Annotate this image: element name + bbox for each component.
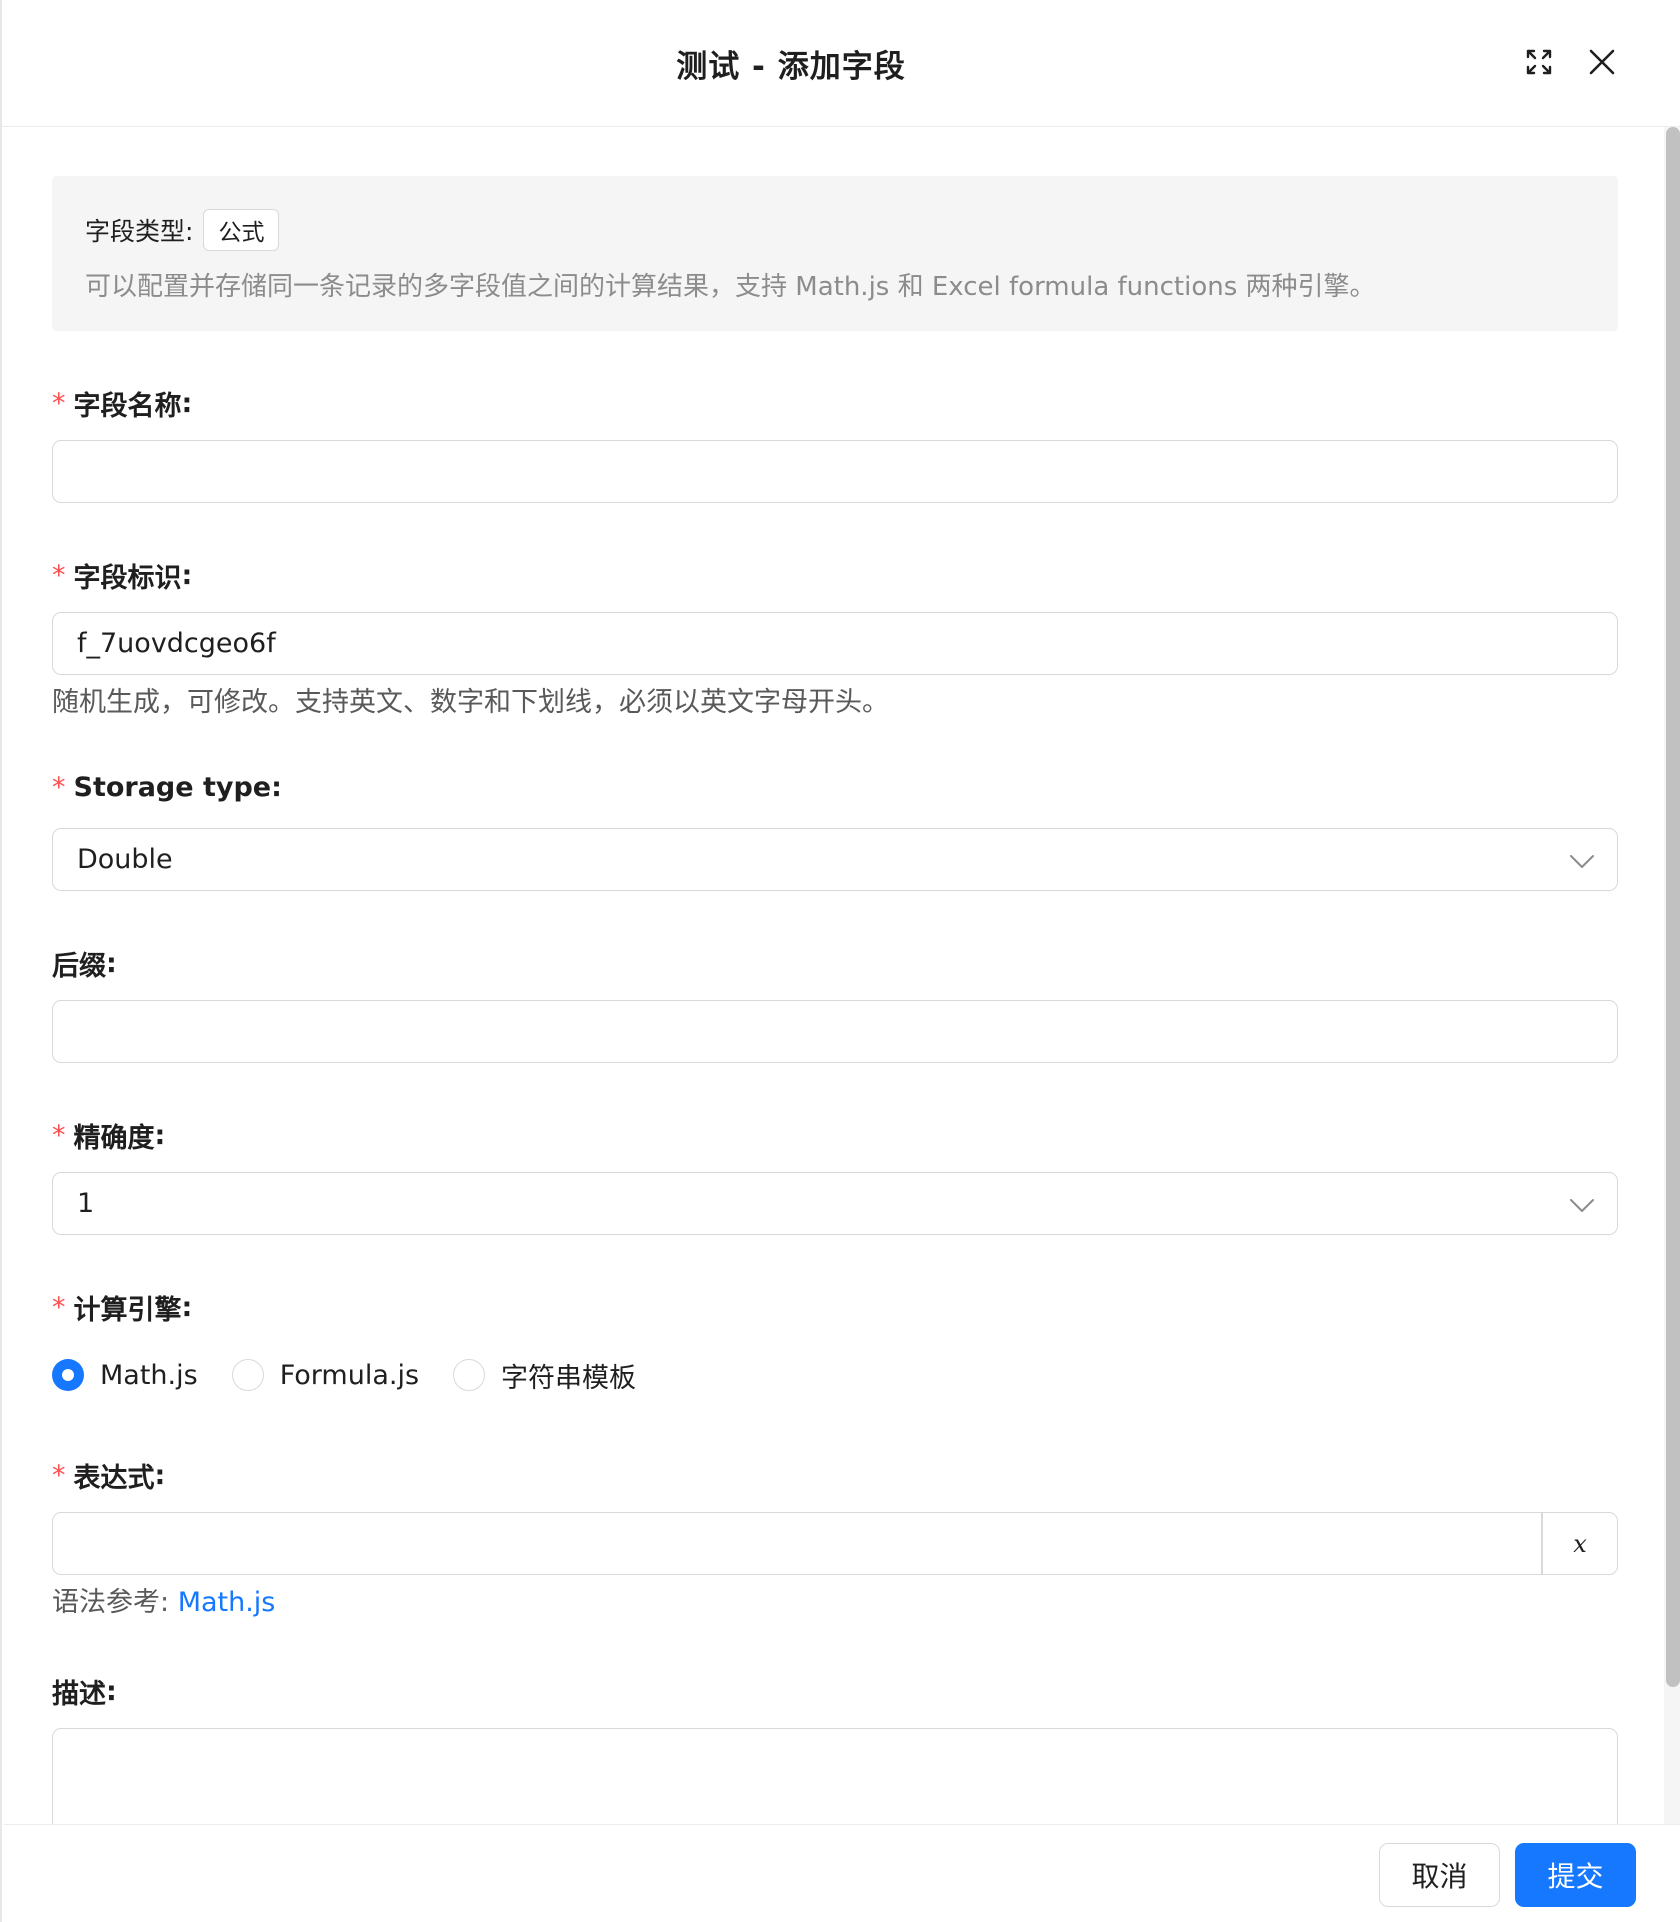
engine-label: * 计算引擎:	[52, 1288, 192, 1327]
field-type-tag: 公式	[203, 209, 280, 251]
required-mark: *	[52, 772, 66, 803]
field-name-label: * 字段名称:	[52, 384, 192, 423]
radio-checked[interactable]	[52, 1359, 84, 1391]
expand-button[interactable]	[1519, 42, 1559, 82]
drawer-header: 测试 - 添加字段	[2, 0, 1680, 127]
radio-unchecked[interactable]	[453, 1359, 486, 1391]
engine-label-text: 计算引擎	[73, 1295, 182, 1326]
expression-label: * 表达式:	[52, 1456, 165, 1495]
expand-icon	[1526, 49, 1552, 75]
drawer-title: 测试 - 添加字段	[676, 48, 906, 85]
required-mark: *	[52, 388, 66, 419]
required-mark: *	[52, 1120, 66, 1151]
field-id-input[interactable]: f_7uovdcgeo6f	[52, 612, 1618, 675]
field-type-description: 可以配置并存储同一条记录的多字段值之间的计算结果，支持 Math.js 和 Ex…	[85, 272, 1376, 302]
expression-input-group: x	[52, 1512, 1618, 1575]
field-type-label: 字段类型:	[85, 217, 194, 246]
storage-type-label-text: Storage type	[73, 772, 272, 803]
required-mark: *	[52, 1460, 66, 1491]
description-label-text: 描述	[52, 1679, 106, 1710]
cancel-button[interactable]: 取消	[1379, 1843, 1500, 1907]
chevron-down-icon	[1570, 855, 1594, 868]
mathjs-doc-link[interactable]: Math.js	[178, 1587, 276, 1618]
expression-help: 语法参考: Math.js	[52, 1580, 275, 1619]
close-button[interactable]	[1582, 42, 1622, 82]
chevron-down-icon	[1570, 1199, 1594, 1212]
precision-label-text: 精确度	[73, 1123, 155, 1154]
precision-select[interactable]: 1	[52, 1172, 1618, 1235]
field-type-info: 字段类型: 公式 可以配置并存储同一条记录的多字段值之间的计算结果，支持 Mat…	[52, 176, 1618, 331]
close-icon	[1589, 49, 1615, 75]
field-id-value: f_7uovdcgeo6f	[77, 628, 276, 659]
expression-label-text: 表达式	[73, 1463, 155, 1494]
suffix-label-text: 后缀	[52, 951, 106, 982]
required-mark: *	[52, 1292, 66, 1323]
add-field-drawer: 测试 - 添加字段 字段类型: 公式 可以配置并存储同一条记录的多字段值之间的计…	[0, 0, 1680, 1922]
storage-type-label: * Storage type:	[52, 772, 282, 803]
description-label: 描述:	[52, 1672, 117, 1711]
variable-picker-button[interactable]: x	[1543, 1513, 1617, 1574]
field-name-input[interactable]	[52, 440, 1618, 503]
field-id-label-text: 字段标识	[73, 563, 182, 594]
field-type-row: 字段类型: 公式	[85, 209, 280, 251]
scrollbar-thumb[interactable]	[1666, 127, 1680, 1687]
expression-input[interactable]	[53, 1513, 1543, 1574]
storage-type-value: Double	[77, 844, 173, 875]
field-id-help: 随机生成，可修改。支持英文、数字和下划线，必须以英文字母开头。	[52, 687, 889, 718]
precision-label: * 精确度:	[52, 1116, 165, 1155]
engine-option-formulajs[interactable]: Formula.js	[231, 1359, 420, 1391]
engine-option-label: 字符串模板	[501, 1362, 637, 1394]
engine-option-mathjs[interactable]: Math.js	[52, 1359, 198, 1391]
storage-type-select[interactable]: Double	[52, 828, 1618, 891]
field-name-label-text: 字段名称	[73, 391, 182, 422]
required-mark: *	[52, 560, 66, 591]
engine-radio-group: Math.js Formula.js 字符串模板	[52, 1355, 670, 1395]
field-id-label: * 字段标识:	[52, 556, 192, 595]
drawer-footer: 取消 提交	[4, 1824, 1680, 1922]
suffix-label: 后缀:	[52, 944, 117, 983]
engine-option-string-template[interactable]: 字符串模板	[453, 1356, 636, 1395]
submit-button[interactable]: 提交	[1515, 1843, 1636, 1907]
expression-help-prefix: 语法参考:	[52, 1587, 178, 1618]
engine-option-label: Math.js	[100, 1359, 198, 1391]
precision-value: 1	[77, 1188, 95, 1219]
suffix-input[interactable]	[52, 1000, 1618, 1063]
engine-option-label: Formula.js	[279, 1359, 420, 1391]
radio-unchecked[interactable]	[231, 1359, 264, 1391]
